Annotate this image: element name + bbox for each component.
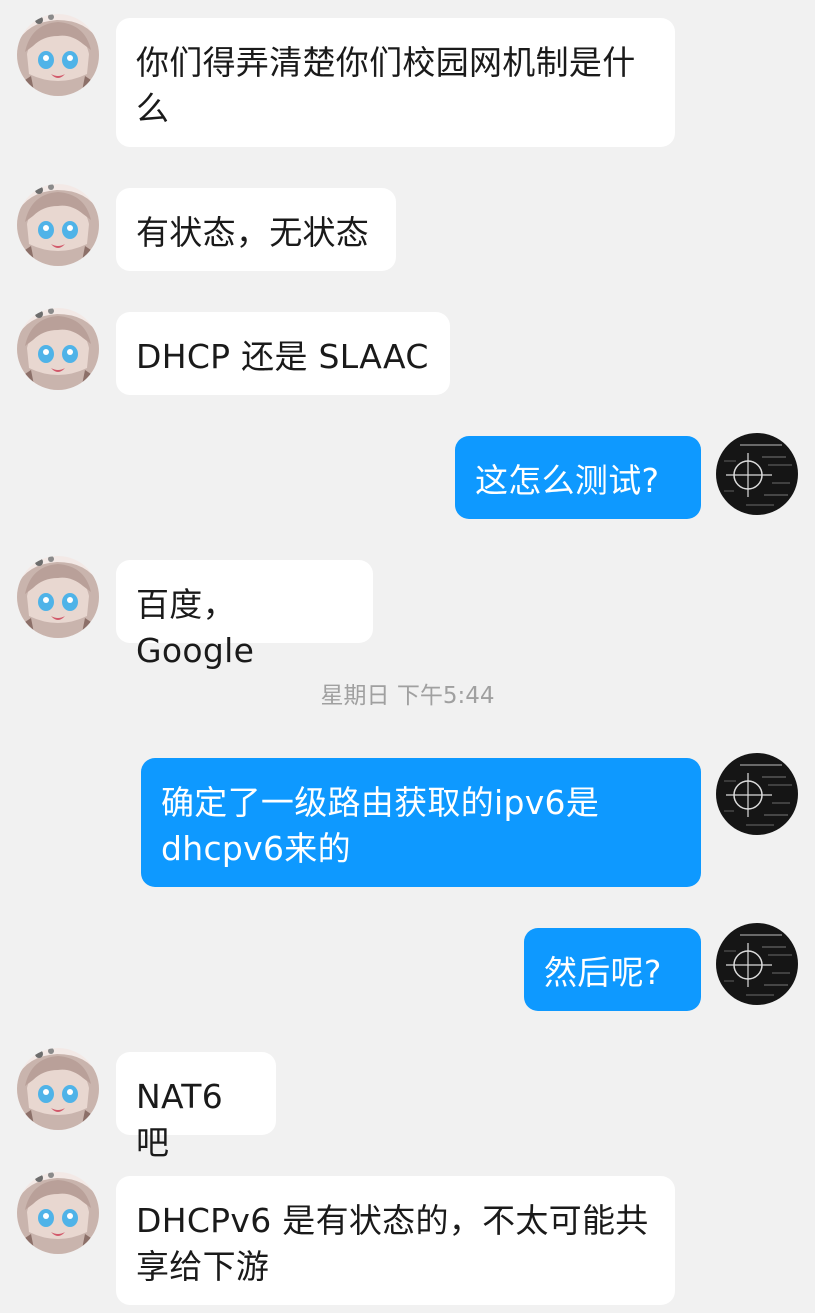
incoming-message-bubble[interactable]: 百度，Google <box>116 560 373 670</box>
contact-avatar-icon[interactable] <box>17 14 99 96</box>
outgoing-message-bubble[interactable]: 确定了一级路由获取的ipv6是dhcpv6来的 <box>141 758 701 887</box>
incoming-message-bubble[interactable]: DHCPv6 是有状态的，不太可能共享给下游 <box>116 1176 675 1305</box>
self-avatar-icon[interactable] <box>716 433 798 515</box>
outgoing-message-bubble[interactable]: 然后呢? <box>524 928 701 1011</box>
message-text: 百度，Google <box>136 585 255 670</box>
message-text: NAT6吧 <box>136 1077 224 1162</box>
message-text: 你们得弄清楚你们校园网机制是什么 <box>136 43 636 128</box>
message-text: 这怎么测试? <box>475 461 660 500</box>
incoming-message-bubble[interactable]: NAT6吧 <box>116 1052 276 1162</box>
outgoing-message-bubble[interactable]: 这怎么测试? <box>455 436 701 519</box>
message-text: DHCP 还是 SLAAC <box>136 337 429 376</box>
contact-avatar-icon[interactable] <box>17 1172 99 1254</box>
incoming-message-bubble[interactable]: DHCP 还是 SLAAC <box>116 312 450 395</box>
contact-avatar-icon[interactable] <box>17 308 99 390</box>
message-text: 有状态，无状态 <box>136 213 370 252</box>
contact-avatar-icon[interactable] <box>17 184 99 266</box>
self-avatar-icon[interactable] <box>716 753 798 835</box>
message-text: 然后呢? <box>544 953 662 992</box>
contact-avatar-icon[interactable] <box>17 556 99 638</box>
contact-avatar-icon[interactable] <box>17 1048 99 1130</box>
incoming-message-bubble[interactable]: 你们得弄清楚你们校园网机制是什么 <box>116 18 675 147</box>
self-avatar-icon[interactable] <box>716 923 798 1005</box>
message-text: 确定了一级路由获取的ipv6是dhcpv6来的 <box>161 783 600 868</box>
message-text: DHCPv6 是有状态的，不太可能共享给下游 <box>136 1201 649 1286</box>
incoming-message-bubble[interactable]: 有状态，无状态 <box>116 188 396 271</box>
timestamp-divider: 星期日 下午5:44 <box>320 683 495 709</box>
